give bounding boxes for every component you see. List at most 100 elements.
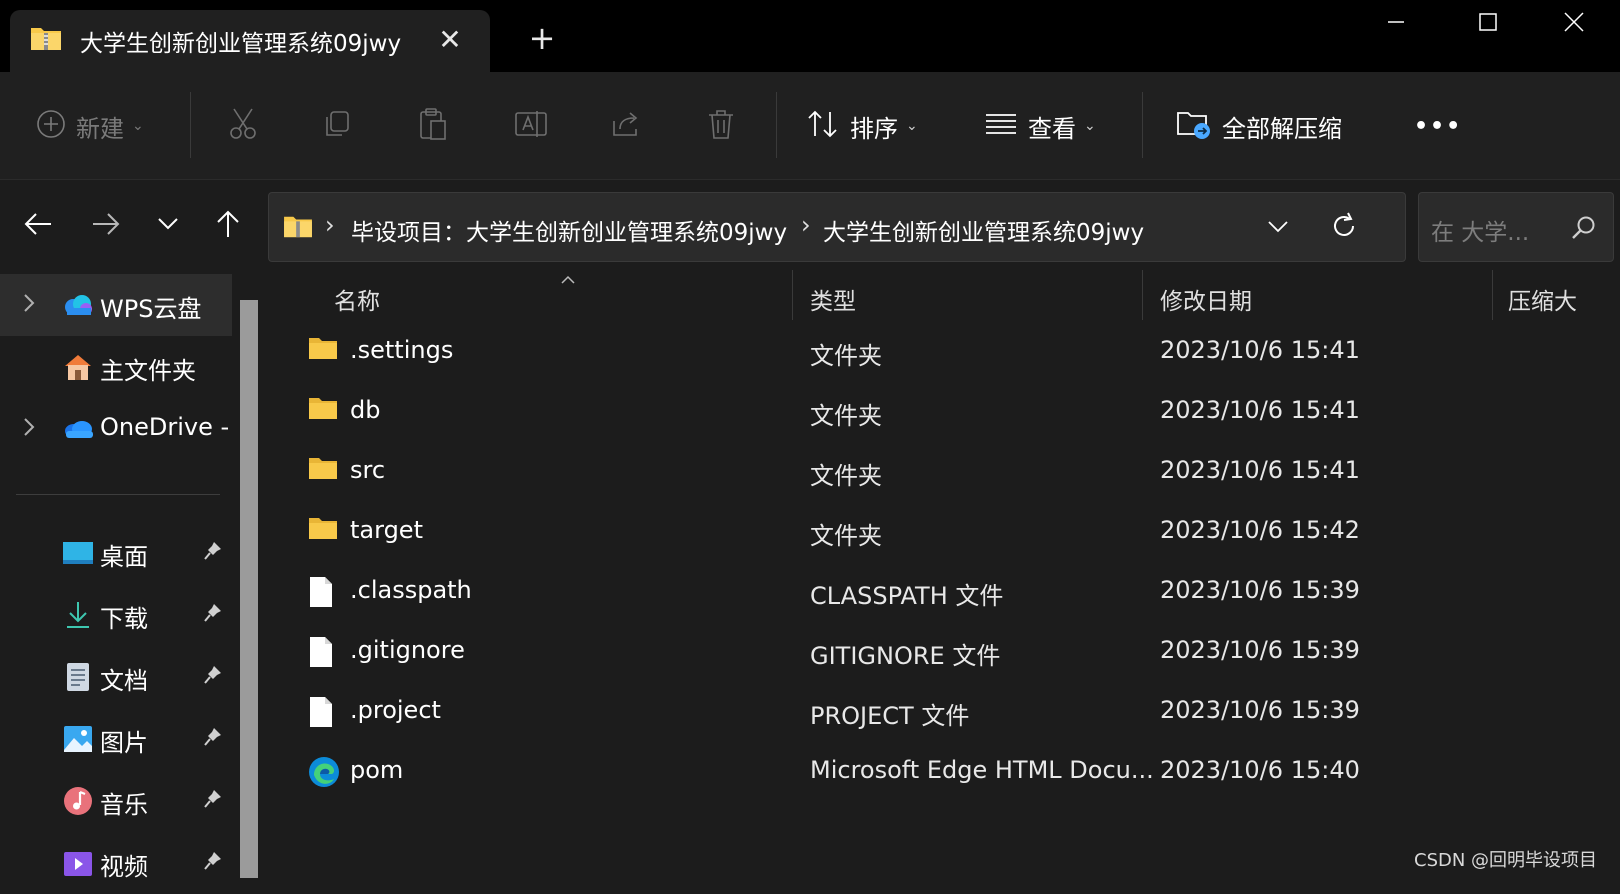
file-type: Microsoft Edge HTML Docu... xyxy=(810,756,1154,784)
clipboard-icon xyxy=(418,107,448,145)
sidebar-item-label: 主文件夹 xyxy=(100,357,196,385)
close-window-button[interactable] xyxy=(1528,0,1620,44)
pin-icon[interactable] xyxy=(203,850,223,876)
file-type: PROJECT 文件 xyxy=(810,702,970,730)
sidebar-item-label: 音乐 xyxy=(100,791,148,819)
tab-title: 大学生创新创业管理系统09jwy xyxy=(80,31,402,57)
sidebar-item-music[interactable]: 音乐 xyxy=(0,770,232,832)
sidebar-divider xyxy=(16,494,220,495)
extract-all-button[interactable]: 全部解压缩 xyxy=(1176,96,1342,156)
up-button[interactable] xyxy=(204,200,252,248)
search-placeholder: 在 大学... xyxy=(1431,220,1530,246)
sidebar-item-onedrive[interactable]: OneDrive - xyxy=(0,398,232,460)
sidebar-item-label: 下载 xyxy=(100,605,148,633)
sidebar-item-label: OneDrive - xyxy=(100,413,230,441)
refresh-icon[interactable] xyxy=(1329,211,1359,245)
file-row[interactable]: .gitignore GITIGNORE 文件 2023/10/6 15:39 xyxy=(270,622,1620,682)
home-icon xyxy=(62,352,94,382)
documents-icon xyxy=(62,662,94,692)
file-icon xyxy=(308,696,334,732)
chevron-right-icon[interactable] xyxy=(22,292,36,318)
view-label: 查看 xyxy=(1028,114,1076,143)
view-button[interactable]: 查看 ⌄ xyxy=(984,96,1096,156)
file-icon xyxy=(308,576,334,612)
edge-icon xyxy=(308,756,340,792)
chevron-down-icon: ⌄ xyxy=(1084,118,1096,134)
column-header-type[interactable]: 类型 xyxy=(810,282,856,316)
column-divider[interactable] xyxy=(1142,270,1143,320)
file-type: 文件夹 xyxy=(810,402,882,430)
sidebar-item-downloads[interactable]: 下载 xyxy=(0,584,232,646)
toolbar-divider xyxy=(776,92,777,158)
file-type: CLASSPATH 文件 xyxy=(810,582,1004,610)
sidebar-item-desktop[interactable]: 桌面 xyxy=(0,522,232,584)
file-type: GITIGNORE 文件 xyxy=(810,642,1001,670)
sidebar-item-home[interactable]: 主文件夹 xyxy=(0,336,232,398)
share-button[interactable] xyxy=(610,96,642,156)
sort-button[interactable]: 排序 ⌄ xyxy=(806,96,918,156)
pin-icon[interactable] xyxy=(203,540,223,566)
breadcrumb-separator: › xyxy=(801,211,811,239)
file-row[interactable]: target 文件夹 2023/10/6 15:42 xyxy=(270,502,1620,562)
file-row[interactable]: pom Microsoft Edge HTML Docu... 2023/10/6 … xyxy=(270,742,1620,802)
file-type: 文件夹 xyxy=(810,462,882,490)
breadcrumb-item[interactable]: 大学生创新创业管理系统09jwy xyxy=(823,213,1144,247)
rename-icon xyxy=(514,109,548,143)
wps-cloud-icon xyxy=(62,290,94,320)
tab-close-button[interactable]: ✕ xyxy=(430,20,470,60)
sidebar-item-label: 视频 xyxy=(100,853,148,881)
column-header-size[interactable]: 压缩大 xyxy=(1508,282,1577,316)
pin-icon[interactable] xyxy=(203,602,223,628)
column-header-name[interactable]: 名称 xyxy=(334,282,380,316)
address-history-chevron-icon[interactable] xyxy=(1267,219,1289,238)
column-header-date[interactable]: 修改日期 xyxy=(1160,282,1252,316)
sort-label: 排序 xyxy=(850,114,898,143)
pin-icon[interactable] xyxy=(203,726,223,752)
column-divider[interactable] xyxy=(1492,270,1493,320)
breadcrumb-item[interactable]: 毕设项目：大学生创新创业管理系统09jwy xyxy=(351,213,787,247)
sidebar-item-documents[interactable]: 文档 xyxy=(0,646,232,708)
zip-folder-icon xyxy=(283,213,313,243)
delete-button[interactable] xyxy=(706,96,736,156)
file-name: .gitignore xyxy=(350,636,465,664)
sidebar-item-videos[interactable]: 视频 xyxy=(0,832,232,894)
minimize-button[interactable] xyxy=(1350,0,1442,44)
more-options-button[interactable]: ••• xyxy=(1404,96,1462,156)
toolbar-divider xyxy=(190,92,191,158)
sidebar-item-label: 图片 xyxy=(100,729,148,757)
paste-button[interactable] xyxy=(418,96,448,156)
more-dots-icon: ••• xyxy=(1414,113,1463,139)
sidebar-item-wps-cloud[interactable]: WPS云盘 xyxy=(0,274,232,336)
file-row[interactable]: src 文件夹 2023/10/6 15:41 xyxy=(270,442,1620,502)
copy-icon xyxy=(322,109,352,143)
onedrive-icon xyxy=(62,414,94,444)
file-row[interactable]: .project PROJECT 文件 2023/10/6 15:39 xyxy=(270,682,1620,742)
pin-icon[interactable] xyxy=(203,664,223,690)
new-button[interactable]: 新建 ⌄ xyxy=(36,96,144,156)
sidebar-item-label: 文档 xyxy=(100,667,148,695)
sidebar-scrollbar[interactable] xyxy=(240,300,258,878)
rename-button[interactable] xyxy=(514,96,548,156)
chevron-right-icon[interactable] xyxy=(22,416,36,442)
sort-ascending-icon xyxy=(560,270,576,289)
forward-button[interactable] xyxy=(82,200,130,248)
pin-icon[interactable] xyxy=(203,788,223,814)
file-name: .settings xyxy=(350,336,454,364)
file-row[interactable]: db 文件夹 2023/10/6 15:41 xyxy=(270,382,1620,442)
new-label: 新建 xyxy=(76,114,124,143)
watermark: CSDN @回明毕设项目 xyxy=(1414,850,1598,871)
cut-button[interactable] xyxy=(228,96,258,156)
file-row[interactable]: .settings 文件夹 2023/10/6 15:41 xyxy=(270,322,1620,382)
address-bar[interactable]: › 毕设项目：大学生创新创业管理系统09jwy › 大学生创新创业管理系统09j… xyxy=(268,192,1406,262)
column-divider[interactable] xyxy=(792,270,793,320)
file-row[interactable]: .classpath CLASSPATH 文件 2023/10/6 15:39 xyxy=(270,562,1620,622)
back-button[interactable] xyxy=(14,200,62,248)
copy-button[interactable] xyxy=(322,96,352,156)
new-tab-button[interactable]: + xyxy=(522,18,562,58)
address-row: › 毕设项目：大学生创新创业管理系统09jwy › 大学生创新创业管理系统09j… xyxy=(0,180,1620,270)
search-input[interactable]: 在 大学... xyxy=(1418,192,1614,262)
sidebar-item-pictures[interactable]: 图片 xyxy=(0,708,232,770)
recent-locations-button[interactable] xyxy=(144,200,192,248)
maximize-button[interactable] xyxy=(1442,0,1534,44)
tab-active[interactable]: 大学生创新创业管理系统09jwy ✕ xyxy=(10,10,490,72)
